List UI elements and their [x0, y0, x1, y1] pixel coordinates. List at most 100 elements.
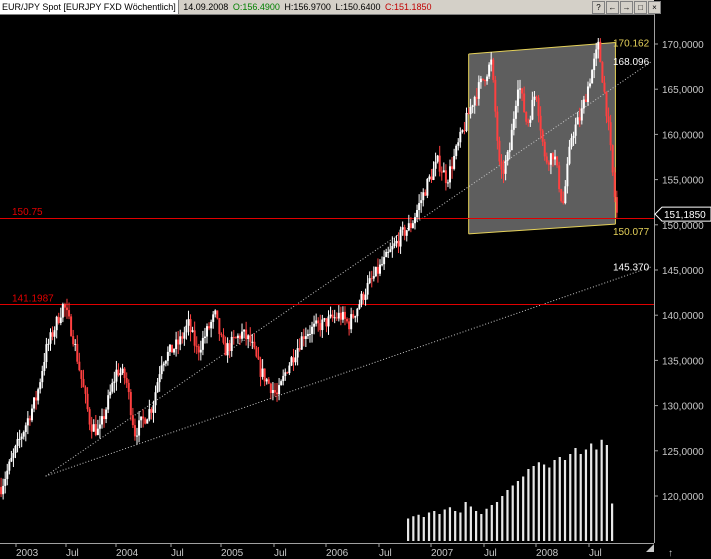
volume-bar — [532, 466, 535, 541]
candle-body — [477, 82, 480, 99]
candle-body — [290, 357, 293, 366]
restore-button[interactable]: □ — [634, 1, 647, 14]
candle-body — [368, 278, 371, 283]
candle-body — [366, 282, 369, 295]
candle-body — [580, 108, 583, 121]
back-button[interactable]: ← — [606, 1, 619, 14]
candle-body — [319, 323, 322, 331]
candle-body — [131, 415, 134, 426]
y-tick-label: 140,0000 — [662, 311, 704, 322]
candle-body — [0, 486, 3, 495]
candle-body — [411, 223, 414, 228]
candle-body — [409, 223, 412, 228]
candle-body — [582, 99, 585, 109]
candle-body — [171, 344, 174, 353]
candle-body — [333, 317, 336, 319]
candle-body — [90, 424, 93, 432]
candle-body — [152, 405, 155, 413]
volume-bar — [605, 445, 608, 541]
candle-body — [96, 428, 99, 435]
candle-body — [426, 179, 429, 196]
forward-button[interactable]: → — [620, 1, 633, 14]
candle-body — [298, 348, 301, 350]
candle-body — [603, 82, 606, 92]
candle-body — [249, 335, 252, 342]
candle-body — [556, 156, 559, 166]
candle-body — [475, 97, 478, 99]
candle-body — [428, 176, 431, 180]
symbol-label[interactable]: EUR/JPY Spot [EURJPY FXD Wöchentlich] — [0, 0, 179, 14]
candle-body — [376, 266, 379, 274]
candle-body — [463, 130, 466, 132]
candle-body — [502, 169, 505, 174]
candle-body — [308, 333, 311, 335]
candle-body — [212, 314, 215, 322]
candle-body — [393, 243, 396, 247]
candle-body — [100, 416, 103, 425]
candle-body — [43, 362, 46, 372]
candle-body — [574, 124, 577, 136]
candle-body — [564, 186, 567, 204]
candle-body — [457, 142, 460, 146]
candle-body — [138, 420, 141, 436]
candle-body — [539, 115, 542, 131]
candle-body — [401, 227, 404, 230]
candle-body — [562, 201, 565, 204]
candle-body — [140, 416, 143, 421]
candle-body — [486, 76, 489, 82]
candle-body — [313, 323, 316, 327]
candle-body — [20, 436, 23, 439]
candle-body — [197, 346, 200, 353]
candle-body — [111, 382, 114, 392]
candle-body — [434, 161, 437, 169]
volume-bar — [584, 449, 588, 541]
candle-body — [609, 122, 612, 146]
candle-body — [68, 310, 71, 317]
candle-body — [381, 264, 384, 266]
volume-bar — [422, 517, 425, 541]
y-tick-label: 170,0000 — [662, 40, 704, 51]
candle-body — [70, 316, 73, 337]
candle-body — [236, 335, 239, 338]
candle-body — [201, 337, 204, 350]
candle-body — [543, 141, 546, 157]
volume-bar — [501, 496, 504, 541]
candle-body — [490, 59, 493, 65]
candle-body — [26, 418, 29, 426]
candle-body — [331, 314, 334, 318]
candle-body — [547, 162, 550, 165]
chart-header-bar: EUR/JPY Spot [EURJPY FXD Wöchentlich] 14… — [0, 0, 654, 15]
volume-bar — [543, 464, 546, 541]
candle-body — [403, 227, 406, 236]
candle-body — [30, 408, 33, 421]
candle-body — [22, 431, 25, 437]
candle-body — [195, 345, 198, 347]
candle-body — [94, 424, 97, 435]
candle-body — [317, 320, 320, 324]
candle-body — [241, 331, 244, 339]
candle-body — [560, 189, 563, 202]
candle-body — [302, 336, 305, 339]
candle-body — [156, 382, 159, 393]
candle-body — [337, 312, 340, 319]
help-button[interactable]: ? — [592, 1, 605, 14]
hline-label-1: 150.75 — [12, 207, 43, 218]
price-chart[interactable]: 120,0000 125,0000 130,0000 135,0000 140,0000… — [0, 0, 711, 559]
candle-body — [537, 97, 540, 116]
candle-body — [65, 307, 68, 311]
candle-body — [418, 203, 421, 211]
candle-body — [576, 117, 579, 125]
candle-body — [142, 416, 145, 419]
close-button[interactable]: × — [648, 1, 661, 14]
candle-body — [613, 172, 616, 198]
candle-body — [84, 387, 87, 394]
y-tick-label: 155,0000 — [662, 176, 704, 187]
candle-body — [296, 348, 299, 358]
candle-body — [238, 335, 241, 339]
candle-body — [498, 140, 501, 162]
candle-body — [148, 409, 151, 420]
candle-body — [527, 121, 530, 123]
candle-body — [49, 332, 52, 344]
candle-body — [354, 316, 357, 318]
candle-body — [243, 329, 246, 332]
